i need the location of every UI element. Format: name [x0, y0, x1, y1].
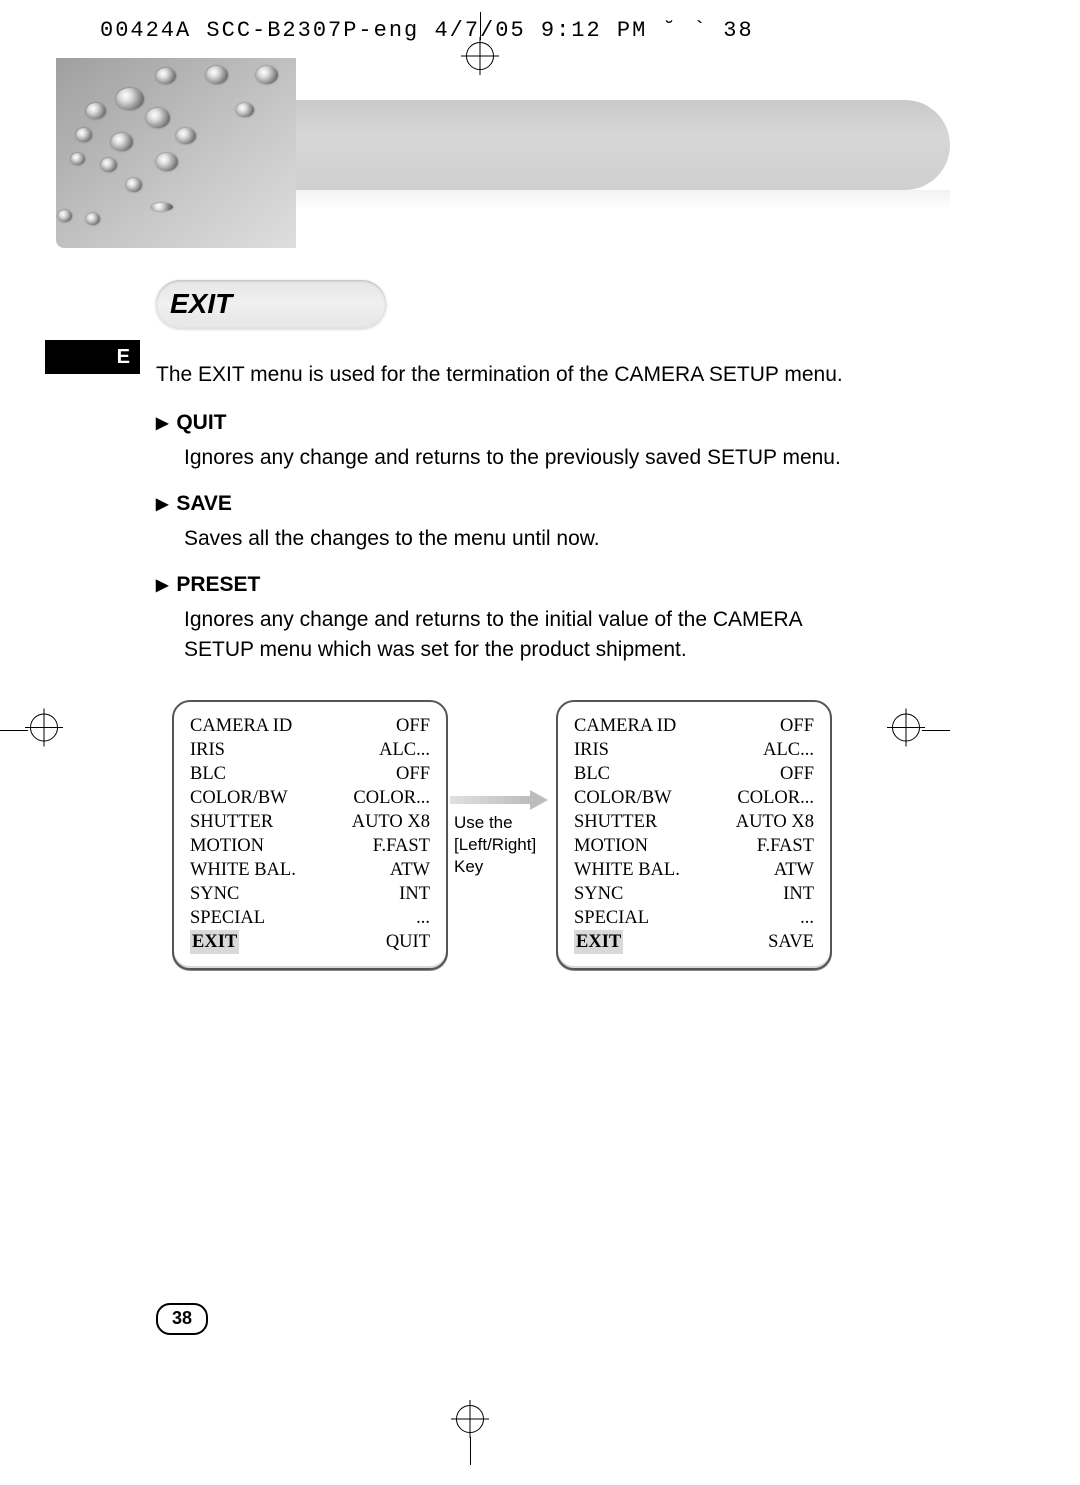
hint-line: Key	[454, 856, 550, 878]
section-title-pill: EXIT	[156, 280, 386, 328]
cropmark-right	[890, 700, 950, 760]
registration-mark-icon	[892, 714, 920, 742]
cropmark-bottom	[440, 1405, 500, 1465]
body-text: The EXIT menu is used for the terminatio…	[156, 360, 856, 682]
menu-row: BLCOFF	[574, 762, 814, 786]
menu-panels: CAMERA IDOFF IRISALC... BLCOFF COLOR/BWC…	[172, 700, 832, 970]
hint-line: [Left/Right]	[454, 834, 550, 856]
exit-highlight: EXIT	[574, 930, 623, 954]
menu-row: MOTIONF.FAST	[574, 834, 814, 858]
exit-highlight: EXIT	[190, 930, 239, 954]
registration-mark-icon	[466, 42, 494, 70]
hint-line: Use the	[454, 812, 550, 834]
page-number: 38	[156, 1303, 208, 1335]
menu-row: SHUTTERAUTO X8	[190, 810, 430, 834]
menu-row: CAMERA IDOFF	[574, 714, 814, 738]
print-header: 00424A SCC-B2307P-eng 4/7/05 9:12 PM ˘ `…	[100, 18, 754, 43]
menu-row-exit: EXITSAVE	[574, 930, 814, 954]
menu-row: IRISALC...	[190, 738, 430, 762]
section-title: EXIT	[170, 288, 232, 320]
cropmark-left	[0, 700, 60, 760]
menu-row: COLOR/BWCOLOR...	[574, 786, 814, 810]
language-tab: E	[45, 340, 140, 374]
menu-panel-right: CAMERA IDOFF IRISALC... BLCOFF COLOR/BWC…	[556, 700, 832, 970]
registration-mark-icon	[30, 714, 58, 742]
menu-row: MOTIONF.FAST	[190, 834, 430, 858]
item-head-save: SAVE	[156, 489, 856, 519]
menu-row: SHUTTERAUTO X8	[574, 810, 814, 834]
menu-row: SPECIAL...	[574, 906, 814, 930]
menu-row: BLCOFF	[190, 762, 430, 786]
menu-row: SYNCINT	[190, 882, 430, 906]
menu-row: WHITE BAL.ATW	[190, 858, 430, 882]
arrow-hint: Use the [Left/Right] Key	[454, 792, 550, 878]
intro-text: The EXIT menu is used for the terminatio…	[156, 360, 856, 390]
menu-row: WHITE BAL.ATW	[574, 858, 814, 882]
item-desc-preset: Ignores any change and returns to the in…	[184, 605, 856, 666]
item-head-preset: PRESET	[156, 570, 856, 600]
menu-row-exit: EXITQUIT	[190, 930, 430, 954]
menu-row: SPECIAL...	[190, 906, 430, 930]
bubble-artwork	[56, 58, 296, 248]
menu-row: COLOR/BWCOLOR...	[190, 786, 430, 810]
menu-row: IRISALC...	[574, 738, 814, 762]
menu-row: CAMERA IDOFF	[190, 714, 430, 738]
menu-panel-left: CAMERA IDOFF IRISALC... BLCOFF COLOR/BWC…	[172, 700, 448, 970]
item-desc-quit: Ignores any change and returns to the pr…	[184, 443, 856, 473]
registration-mark-icon	[456, 1405, 484, 1433]
arrow-right-icon	[450, 792, 550, 808]
menu-row: SYNCINT	[574, 882, 814, 906]
item-head-quit: QUIT	[156, 408, 856, 438]
item-desc-save: Saves all the changes to the menu until …	[184, 524, 856, 554]
